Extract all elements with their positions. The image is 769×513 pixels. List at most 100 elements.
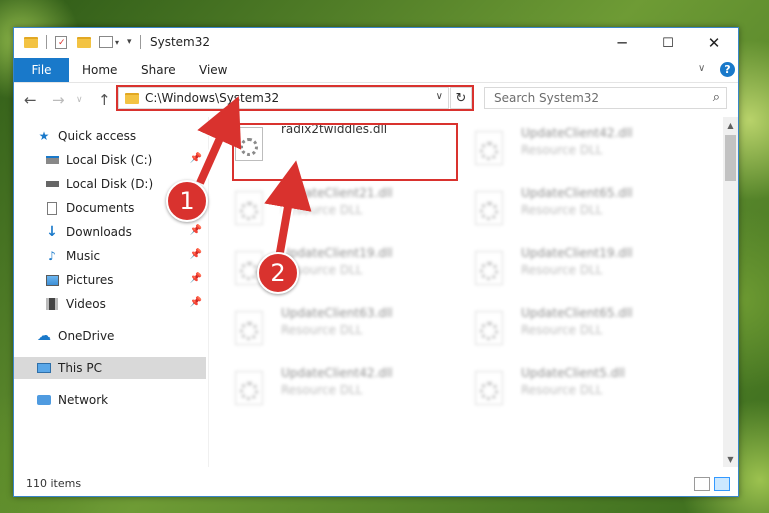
tab-file[interactable]: File xyxy=(14,58,69,82)
properties-icon[interactable]: ✓ xyxy=(55,35,67,49)
vertical-scrollbar[interactable]: ▲ ▼ xyxy=(723,117,738,467)
video-icon xyxy=(44,297,60,311)
download-icon: ↓ xyxy=(46,224,58,240)
pin-icon[interactable]: 📌 xyxy=(190,249,202,260)
pin-icon[interactable]: 📌 xyxy=(190,273,202,284)
sidebar-item-pictures[interactable]: Pictures 📌 xyxy=(44,269,206,291)
sidebar-item-label: Documents xyxy=(66,201,135,215)
details-view-icon[interactable] xyxy=(694,477,710,491)
file-tile[interactable]: UpdateClient19.dll Resource DLL xyxy=(451,243,681,297)
sidebar-item-label: This PC xyxy=(58,361,102,375)
file-type: Resource DLL xyxy=(521,323,603,337)
tab-home[interactable]: Home xyxy=(82,58,117,82)
music-icon: ♪ xyxy=(48,249,56,263)
file-tile[interactable]: UpdateClient63.dll Resource DLL xyxy=(211,303,441,357)
tab-share[interactable]: Share xyxy=(141,58,176,82)
file-explorer-window: ✓ ▾ ▾ System32 ─ ☐ ✕ File Home Share Vie… xyxy=(13,27,739,497)
file-type: Resource DLL xyxy=(521,143,603,157)
customize-toolbar-chevron-icon[interactable]: ▾ xyxy=(115,38,119,47)
file-name: UpdateClient65.dll xyxy=(521,186,633,200)
scroll-down-icon[interactable]: ▼ xyxy=(723,451,738,467)
minimize-button[interactable]: ─ xyxy=(599,28,645,58)
file-name: UpdateClient19.dll xyxy=(521,246,633,260)
file-list: radix2twiddles.dll UpdateClient42.dll Re… xyxy=(211,117,721,467)
drive-icon xyxy=(44,153,60,167)
dll-file-icon xyxy=(235,191,263,225)
document-icon xyxy=(44,201,60,215)
drive-icon xyxy=(44,177,60,191)
pin-icon[interactable]: 📌 xyxy=(190,297,202,308)
step-1-badge: 1 xyxy=(166,180,208,222)
file-tile[interactable]: UpdateClient42.dll Resource DLL xyxy=(211,363,441,417)
pictures-icon xyxy=(44,273,60,287)
sidebar-item-label: Videos xyxy=(66,297,106,311)
maximize-button[interactable]: ☐ xyxy=(645,28,691,58)
toolbar-separator xyxy=(46,35,47,49)
sidebar-item-label: Downloads xyxy=(66,225,132,239)
forward-arrow-icon[interactable]: → xyxy=(52,91,65,109)
address-bar-highlight xyxy=(116,85,474,111)
ribbon-tabs: File Home Share View ∨ ? xyxy=(14,58,738,83)
title-bar: ✓ ▾ ▾ System32 ─ ☐ ✕ xyxy=(14,28,738,58)
file-tile[interactable]: UpdateClient19.dll Resource DLL xyxy=(211,243,441,297)
help-icon[interactable]: ? xyxy=(720,62,735,77)
file-tile[interactable]: UpdateClient65.dll Resource DLL xyxy=(451,303,681,357)
sidebar-item-label: Local Disk (D:) xyxy=(66,177,154,191)
network-icon xyxy=(36,393,52,407)
scrollbar-thumb[interactable] xyxy=(725,135,736,181)
expand-ribbon-chevron-icon[interactable]: ∨ xyxy=(698,63,705,74)
status-bar: 110 items xyxy=(14,474,738,496)
file-tile[interactable]: UpdateClient42.dll Resource DLL xyxy=(451,123,681,177)
search-input[interactable]: Search System32 xyxy=(494,91,599,105)
sidebar-item-this-pc[interactable]: This PC xyxy=(14,357,206,379)
close-button[interactable]: ✕ xyxy=(691,28,737,58)
file-type: Resource DLL xyxy=(521,383,603,397)
back-arrow-icon[interactable]: ← xyxy=(24,91,37,109)
file-tile[interactable]: UpdateClient5.dll Resource DLL xyxy=(451,363,681,417)
view-options-icon[interactable] xyxy=(99,36,113,48)
recent-locations-chevron-icon[interactable]: ∨ xyxy=(76,95,83,105)
sidebar-item-quick-access[interactable]: ★ Quick access xyxy=(36,125,228,147)
file-type: Resource DLL xyxy=(281,383,363,397)
file-name: UpdateClient21.dll xyxy=(281,186,393,200)
file-type: Resource DLL xyxy=(521,203,603,217)
sidebar-item-label: Network xyxy=(58,393,109,407)
search-box[interactable]: Search System32 ⌕ xyxy=(484,87,727,109)
dll-file-icon xyxy=(475,371,503,405)
search-icon[interactable]: ⌕ xyxy=(713,90,720,105)
dll-file-icon xyxy=(235,371,263,405)
file-tile[interactable]: UpdateClient21.dll Resource DLL xyxy=(211,183,441,237)
dll-file-icon xyxy=(475,131,503,165)
file-name: UpdateClient42.dll xyxy=(521,126,633,140)
tab-view[interactable]: View xyxy=(199,58,227,82)
dll-file-icon xyxy=(475,251,503,285)
toolbar-separator xyxy=(139,35,141,49)
navigation-bar: ← → ∨ ↑ C:\Windows\System32 ∨ ↻ Search S… xyxy=(14,83,738,117)
up-arrow-icon[interactable]: ↑ xyxy=(98,91,111,109)
dll-file-icon xyxy=(235,311,263,345)
dll-file-icon xyxy=(475,191,503,225)
file-type: Resource DLL xyxy=(281,323,363,337)
item-count: 110 items xyxy=(26,477,82,490)
large-icons-view-icon[interactable] xyxy=(714,477,730,491)
window-title: System32 xyxy=(150,35,211,49)
file-name: UpdateClient63.dll xyxy=(281,306,393,320)
file-name: UpdateClient19.dll xyxy=(281,246,393,260)
file-tile[interactable]: UpdateClient65.dll Resource DLL xyxy=(451,183,681,237)
new-folder-icon[interactable] xyxy=(77,36,91,48)
sidebar-item-videos[interactable]: Videos 📌 xyxy=(44,293,206,315)
file-highlight-box xyxy=(232,123,458,181)
sidebar-item-network[interactable]: Network xyxy=(36,389,206,411)
toolbar-dropdown-icon[interactable]: ▾ xyxy=(127,37,132,47)
folder-icon[interactable] xyxy=(24,36,38,48)
sidebar-item-onedrive[interactable]: ☁ OneDrive xyxy=(36,325,206,347)
file-name: UpdateClient42.dll xyxy=(281,366,393,380)
pin-icon[interactable]: 📌 xyxy=(190,225,202,236)
sidebar-item-downloads[interactable]: ↓ Downloads 📌 xyxy=(44,221,206,243)
sidebar-item-local-disk-c[interactable]: Local Disk (C:) 📌 xyxy=(44,149,206,171)
file-type: Resource DLL xyxy=(281,203,363,217)
pin-icon[interactable]: 📌 xyxy=(190,153,202,164)
sidebar-item-label: Pictures xyxy=(66,273,114,287)
sidebar-item-music[interactable]: ♪ Music 📌 xyxy=(44,245,206,267)
scroll-up-icon[interactable]: ▲ xyxy=(723,117,738,133)
